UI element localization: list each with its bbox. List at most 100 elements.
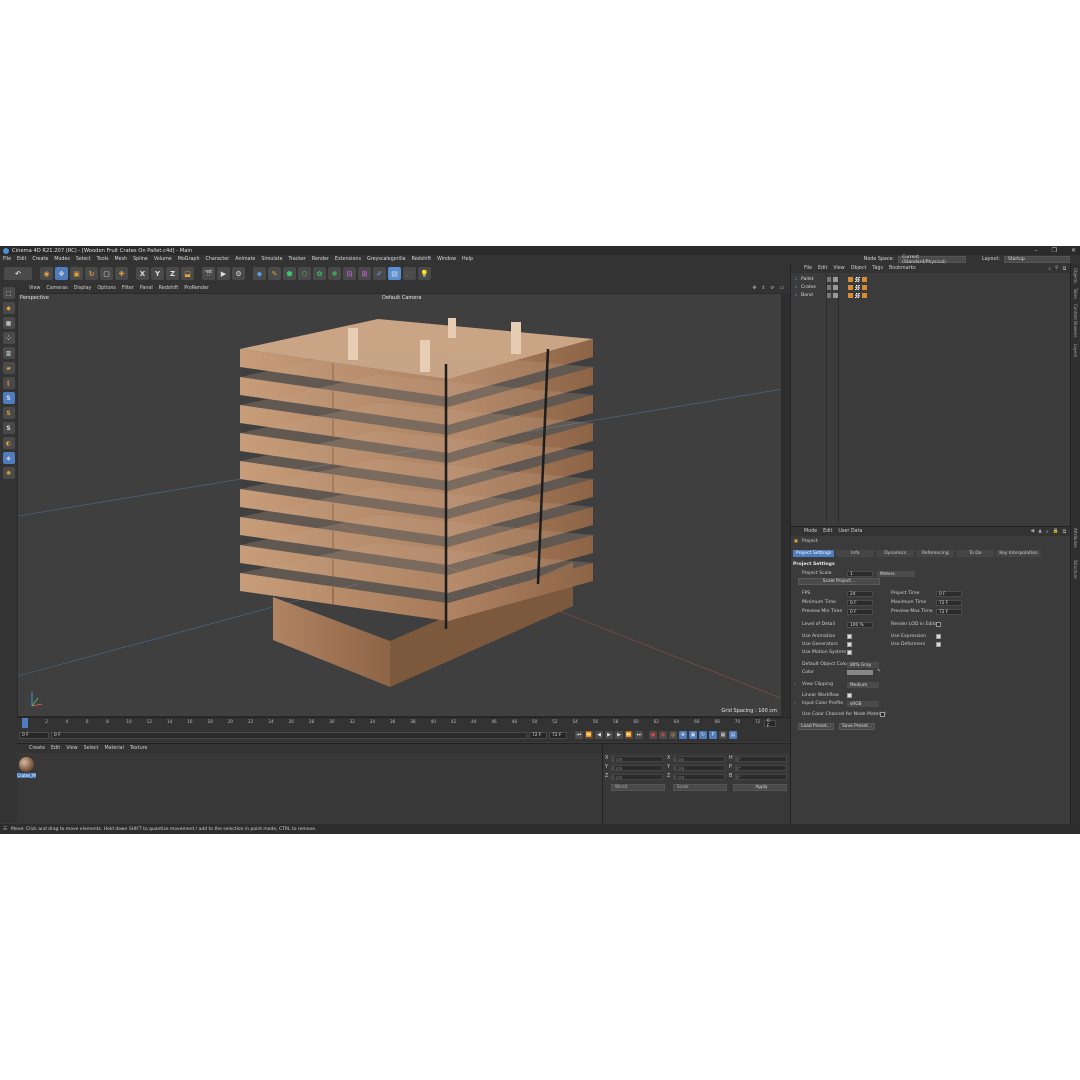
size-y-field[interactable]: 0 cm — [673, 765, 725, 771]
render-picture-viewer-icon[interactable]: ▶ — [217, 267, 230, 280]
use-animation-checkbox[interactable] — [847, 634, 852, 639]
menu-modes[interactable]: Modes — [54, 257, 70, 262]
menu-redshift[interactable]: Redshift — [412, 257, 431, 262]
object-menu-bookmarks[interactable]: Bookmarks — [889, 266, 916, 271]
up-icon[interactable]: ▲ — [1038, 529, 1042, 535]
menu-file[interactable]: File — [3, 257, 11, 262]
current-frame-field[interactable]: 0 F — [19, 731, 49, 739]
object-flags[interactable] — [826, 284, 838, 290]
snap-icon[interactable]: S — [2, 392, 15, 404]
workplane-icon[interactable]: S — [2, 422, 15, 434]
menu-help[interactable]: Help — [462, 257, 473, 262]
apply-button[interactable]: Apply — [733, 784, 787, 791]
record-icon[interactable]: ● — [649, 731, 657, 739]
snap-settings-icon[interactable]: S — [2, 407, 15, 419]
use-generators-checkbox[interactable] — [847, 642, 852, 647]
side-tab-attributes[interactable]: Attributes — [1073, 528, 1078, 548]
point-mode-icon[interactable]: ⁘ — [2, 332, 15, 344]
viewport-scrollbar[interactable] — [782, 293, 790, 717]
tab-referencing[interactable]: Referencing — [916, 550, 955, 557]
menu-spline[interactable]: Spline — [133, 257, 148, 262]
param-key-icon[interactable]: P — [709, 731, 717, 739]
cloner-icon[interactable]: ⬡ — [298, 267, 311, 280]
object-row-crates[interactable]: ⊥ Crates — [791, 283, 1071, 291]
object-menu-file[interactable]: File — [804, 266, 812, 271]
object-tags[interactable] — [848, 284, 867, 290]
back-icon[interactable]: ◀ — [1030, 529, 1034, 535]
solo-icon[interactable]: ◐ — [2, 437, 15, 449]
preview-max-field[interactable]: 72 F — [549, 731, 567, 739]
load-preset-button[interactable]: Load Preset... — [798, 723, 834, 730]
recent-tool-icon[interactable]: ▢ — [100, 267, 113, 280]
use-expression-checkbox[interactable] — [936, 634, 941, 639]
timeline-ruler[interactable]: 0246810121416182022242628303234363840424… — [17, 717, 790, 729]
maximize-view-icon[interactable]: ▭ — [779, 286, 784, 291]
object-menu-object[interactable]: Object — [851, 266, 867, 271]
rotate-tool-icon[interactable]: ↻ — [85, 267, 98, 280]
max-frame-field[interactable]: 72 F — [529, 731, 547, 739]
eyedropper-icon[interactable]: ✎ — [877, 669, 881, 674]
default-color-select[interactable]: 80% Gray — [847, 662, 879, 668]
coordinate-system-icon[interactable]: ⬓ — [181, 267, 194, 280]
menu-mesh[interactable]: Mesh — [115, 257, 128, 262]
tab-to-do[interactable]: To Do — [956, 550, 995, 557]
preview-min-field[interactable]: 0 F — [847, 609, 873, 615]
viewport-camera[interactable]: Default Camera — [382, 295, 421, 301]
mograph-icon[interactable]: ❖ — [328, 267, 341, 280]
menu-tracker[interactable]: Tracker — [289, 257, 306, 262]
model-mode-icon[interactable]: ◆ — [2, 302, 15, 314]
prev-frame-icon[interactable]: ◀ — [595, 731, 603, 739]
position-y-field[interactable]: 0 cm — [611, 765, 663, 771]
goto-end-icon[interactable]: ⏭ — [635, 731, 643, 739]
menu-greyscalegorilla[interactable]: Greyscalegorilla — [367, 257, 406, 262]
expand-arrow-icon[interactable]: › — [794, 701, 796, 706]
position-x-field[interactable]: 0 cm — [611, 756, 663, 762]
pen-spline-icon[interactable]: ✎ — [268, 267, 281, 280]
lod-field[interactable]: 100 % — [847, 622, 873, 628]
deformer-icon[interactable]: ⊟ — [343, 267, 356, 280]
side-tab-objects[interactable]: Objects — [1073, 268, 1078, 283]
object-name[interactable]: Pallet — [801, 277, 814, 282]
rotation-key-icon[interactable]: ↻ — [699, 731, 707, 739]
menu-animate[interactable]: Animate — [235, 257, 255, 262]
object-tags[interactable] — [848, 276, 867, 282]
layout-select[interactable]: Startup — [1004, 256, 1070, 263]
make-editable-icon[interactable]: ⬚ — [2, 287, 15, 299]
edge-mode-icon[interactable]: ▥ — [2, 347, 15, 359]
x-axis-toggle[interactable]: X — [136, 267, 149, 280]
object-flags[interactable] — [826, 292, 838, 298]
material-menu-view[interactable]: View — [66, 746, 77, 751]
menu-render[interactable]: Render — [312, 257, 329, 262]
max-time-field[interactable]: 72 F — [936, 600, 962, 606]
axis-mode-icon[interactable]: ⌊ — [2, 377, 15, 389]
object-row-pallet[interactable]: ⊥ Pallet — [791, 275, 1071, 283]
viewport-menu-filter[interactable]: Filter — [122, 286, 134, 291]
material-name-label[interactable]: Crates_M — [17, 773, 36, 778]
lock-workplane-icon[interactable]: ◈ — [2, 452, 15, 464]
live-selection-icon[interactable]: ◉ — [40, 267, 53, 280]
preview-max-field[interactable]: 72 F — [936, 609, 962, 615]
input-color-profile-select[interactable]: sRGB — [847, 701, 879, 707]
menu-create[interactable]: Create — [32, 257, 48, 262]
coordinate-mode-select[interactable]: World — [611, 784, 665, 791]
orbit-icon[interactable]: ⟳ — [770, 286, 774, 291]
object-menu-view[interactable]: View — [833, 266, 844, 271]
size-mode-select[interactable]: Scale — [673, 784, 727, 791]
save-preset-button[interactable]: Save Preset... — [839, 723, 875, 730]
light-icon[interactable]: 💡 — [418, 267, 431, 280]
rotation-p-field[interactable]: 0° — [735, 765, 787, 771]
undo-redo-icon[interactable]: ↶ — [4, 267, 32, 280]
node-space-select[interactable]: Current (Standard/Physical) — [898, 255, 967, 265]
timeline-icon[interactable]: ▤ — [729, 731, 737, 739]
viewport-solo-icon[interactable]: ✺ — [2, 467, 15, 479]
y-axis-toggle[interactable]: Y — [151, 267, 164, 280]
menu-select[interactable]: Select — [76, 257, 91, 262]
attribute-menu-user-data[interactable]: User Data — [838, 529, 862, 534]
menu-character[interactable]: Character — [206, 257, 230, 262]
object-menu-tags[interactable]: Tags — [872, 266, 883, 271]
move-tool-icon[interactable]: ✥ — [55, 267, 68, 280]
viewport-menu-options[interactable]: Options — [97, 286, 116, 291]
use-motion-checkbox[interactable] — [847, 650, 852, 655]
material-menu-material[interactable]: Material — [104, 746, 124, 751]
viewport-menu-cameras[interactable]: Cameras — [46, 286, 67, 291]
